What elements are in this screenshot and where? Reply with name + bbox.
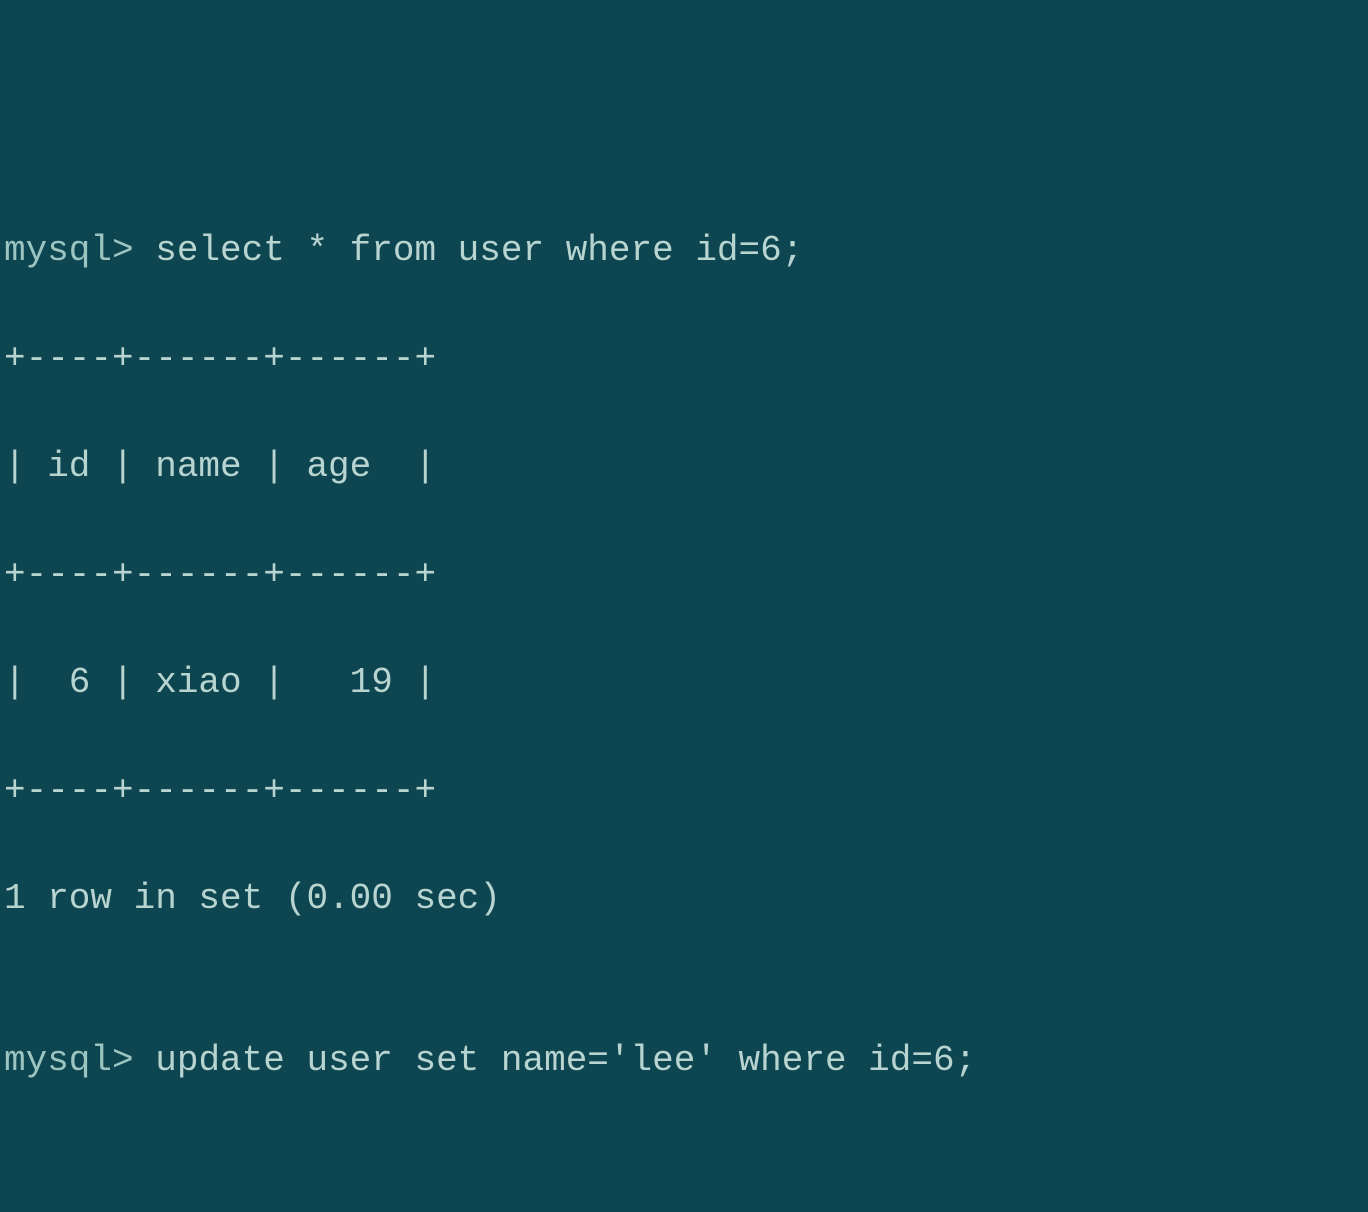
table-header-row: | id | name | age | (4, 440, 1364, 494)
table-border-bottom: +----+------+------+ (4, 764, 1364, 818)
sql-query-select: select * from user where id=6; (155, 230, 803, 271)
table-data-row: | 6 | xiao | 19 | (4, 656, 1364, 710)
sql-query-update: update user set name='lee' where id=6; (155, 1040, 976, 1081)
terminal-line-1: mysql> select * from user where id=6; (4, 224, 1364, 278)
table-border-mid: +----+------+------+ (4, 548, 1364, 602)
mysql-prompt: mysql> (4, 1040, 155, 1081)
table-border-top: +----+------+------+ (4, 332, 1364, 386)
terminal-line-2[interactable]: mysql> update user set name='lee' where … (4, 1034, 1364, 1088)
mysql-prompt: mysql> (4, 230, 155, 271)
result-status: 1 row in set (0.00 sec) (4, 872, 1364, 926)
